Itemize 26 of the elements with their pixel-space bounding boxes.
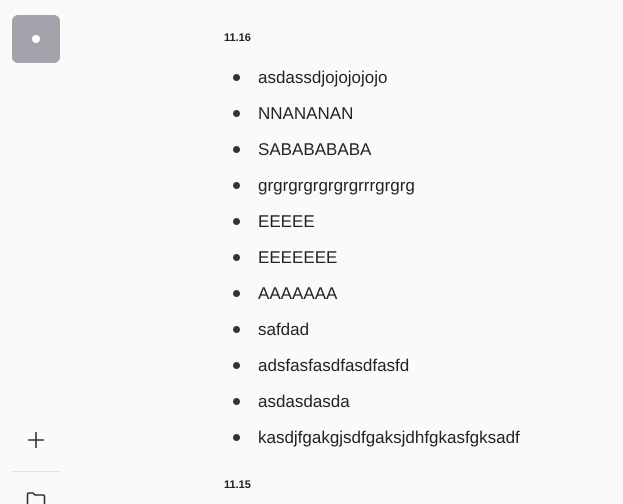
bullet-icon [233, 110, 240, 117]
list-item: asdasdasda [258, 392, 350, 412]
list-item: kasdjfgakgjsdfgaksjdhfgkasfgksadf [258, 428, 520, 448]
list-item: AAAAAAA [258, 284, 338, 304]
bullet-icon [233, 218, 240, 225]
bullet-icon [233, 434, 240, 441]
folder-icon[interactable] [26, 492, 46, 504]
date-heading: 11.16 [224, 31, 252, 45]
bullet-icon [233, 290, 240, 297]
list-item: EEEEEEE [258, 248, 338, 268]
bullet-icon [233, 398, 240, 405]
list-item: EEEEE [258, 212, 315, 232]
list-item: safdad [258, 320, 310, 340]
bullet-icon [233, 182, 240, 189]
bullet-icon [233, 326, 240, 333]
list-item: adsfasfasdfasdfasfd [258, 356, 410, 376]
list-item: SABABABABA [258, 140, 372, 160]
list-item: NNANANAN [258, 104, 354, 124]
list-item: grgrgrgrgrgrgrrrgrgrg [258, 176, 415, 196]
bullet-icon [233, 74, 240, 81]
add-icon[interactable] [27, 431, 45, 449]
bullet-icon [233, 362, 240, 369]
bullet-icon [233, 254, 240, 261]
bullet-icon [233, 146, 240, 153]
date-heading: 11.15 [224, 478, 252, 492]
list-item: asdassdjojojojojo [258, 68, 388, 88]
